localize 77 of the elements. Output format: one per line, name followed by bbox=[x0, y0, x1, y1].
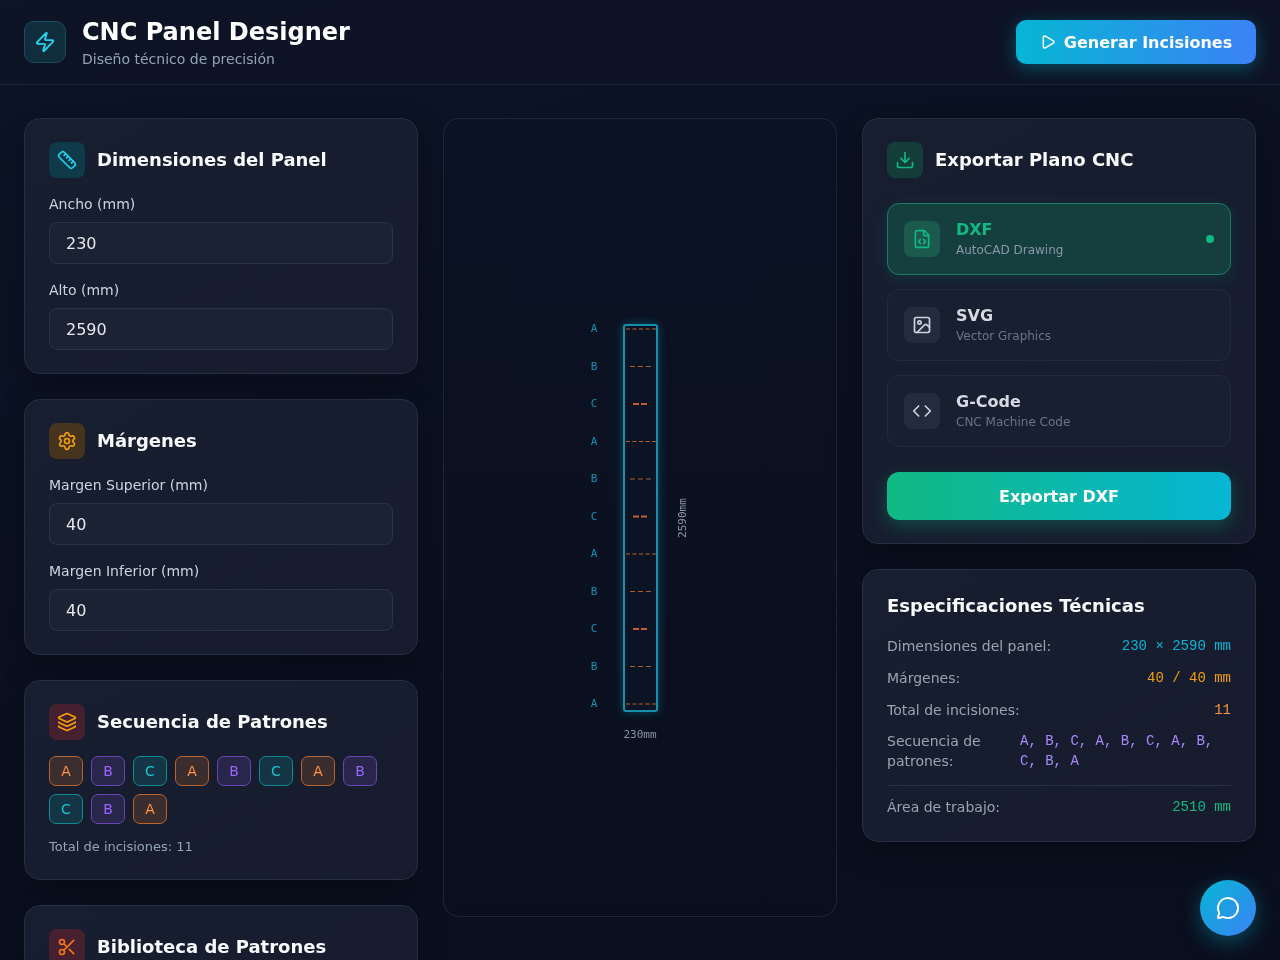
field-label: Ancho (mm) bbox=[49, 195, 137, 214]
incision-line bbox=[629, 365, 652, 367]
incision-line bbox=[629, 590, 652, 592]
incision-line bbox=[625, 328, 657, 329]
incision-line bbox=[625, 553, 657, 554]
incision-label: A bbox=[590, 696, 598, 710]
height-dimension-label: 2590mm bbox=[676, 497, 689, 538]
incision-label: B bbox=[590, 471, 598, 485]
incision-label: B bbox=[590, 659, 598, 672]
spec-value: 230 × 2590 mm bbox=[1121, 637, 1231, 656]
incision-label: A bbox=[590, 321, 598, 335]
scissors-icon bbox=[49, 929, 85, 960]
pattern-chip: B bbox=[91, 756, 125, 786]
incision-line bbox=[632, 515, 649, 517]
pattern-chip: A bbox=[133, 794, 167, 824]
width-dimension-label: 230mm bbox=[623, 727, 657, 741]
card-title: Márgenes bbox=[97, 429, 197, 453]
pattern-chip: C bbox=[133, 756, 167, 786]
incision-line bbox=[625, 703, 657, 704]
lightning-icon bbox=[24, 21, 66, 63]
pattern-chip: B bbox=[343, 756, 377, 786]
format-option[interactable]: G-Code CNC Machine Code bbox=[887, 375, 1231, 447]
spec-label: Total de incisiones: bbox=[887, 701, 1020, 720]
pattern-chip: C bbox=[49, 794, 83, 824]
chat-button[interactable] bbox=[1200, 880, 1256, 936]
field-label: Margen Inferior (mm) bbox=[49, 562, 201, 581]
incision-line bbox=[632, 402, 649, 405]
incision-label: C bbox=[590, 509, 598, 522]
spec-label: Secuencia de patrones: bbox=[887, 732, 982, 771]
app-subtitle: Diseño técnico de precisión bbox=[82, 49, 276, 68]
incision-label: B bbox=[590, 584, 598, 597]
pattern-chip: B bbox=[91, 794, 125, 824]
incision-line bbox=[632, 627, 649, 630]
input-field[interactable]: 40 bbox=[49, 589, 393, 631]
spec-value: A, B, C, A, B, C, A, B, C, B, A bbox=[1020, 732, 1215, 771]
ruler-icon bbox=[49, 142, 85, 178]
incision-label: C bbox=[590, 396, 598, 410]
input-field[interactable]: 40 bbox=[49, 503, 393, 545]
code-icon bbox=[904, 393, 940, 429]
file-code-icon bbox=[904, 221, 940, 257]
chat-bubble-icon bbox=[1216, 896, 1240, 920]
card-title: Biblioteca de Patrones bbox=[97, 935, 327, 959]
spec-label: Dimensiones del panel: bbox=[887, 637, 1052, 656]
spec-label: Área de trabajo: bbox=[887, 798, 1001, 817]
spec-value: 11 bbox=[1214, 701, 1231, 720]
format-option[interactable]: DXF AutoCAD Drawing bbox=[887, 203, 1231, 275]
incision-label: C bbox=[590, 621, 598, 635]
incision-label: A bbox=[590, 546, 598, 560]
incision-label: B bbox=[590, 359, 598, 372]
card-title: Secuencia de Patrones bbox=[97, 710, 328, 734]
incision-label: A bbox=[590, 434, 598, 447]
card-title: Exportar Plano CNC bbox=[935, 148, 1134, 172]
pattern-chip: A bbox=[175, 756, 209, 786]
format-option[interactable]: SVG Vector Graphics bbox=[887, 289, 1231, 361]
incision-line bbox=[629, 478, 652, 479]
pattern-chip: A bbox=[301, 756, 335, 786]
card-title: Especificaciones Técnicas bbox=[887, 594, 1146, 618]
card-title: Dimensiones del Panel bbox=[97, 148, 327, 172]
pattern-chip: C bbox=[259, 756, 293, 786]
selected-dot bbox=[1206, 235, 1214, 243]
incision-line bbox=[625, 440, 657, 442]
field-label: Alto (mm) bbox=[49, 281, 121, 300]
input-field[interactable]: 230 bbox=[49, 222, 393, 264]
incision-count: Total de incisiones: 11 bbox=[49, 838, 194, 856]
incision-line bbox=[629, 665, 652, 667]
download-icon bbox=[887, 142, 923, 178]
layers-icon bbox=[49, 704, 85, 740]
gear-icon bbox=[49, 423, 85, 459]
pattern-chip: B bbox=[217, 756, 251, 786]
input-field[interactable]: 2590 bbox=[49, 308, 393, 350]
app-title: CNC Panel Designer bbox=[82, 16, 350, 47]
image-icon bbox=[904, 307, 940, 343]
spec-value: 2510 mm bbox=[1172, 798, 1231, 817]
pattern-chip: A bbox=[49, 756, 83, 786]
field-label: Margen Superior (mm) bbox=[49, 476, 209, 495]
spec-label: Márgenes: bbox=[887, 669, 961, 688]
spec-value: 40 / 40 mm bbox=[1147, 669, 1231, 688]
